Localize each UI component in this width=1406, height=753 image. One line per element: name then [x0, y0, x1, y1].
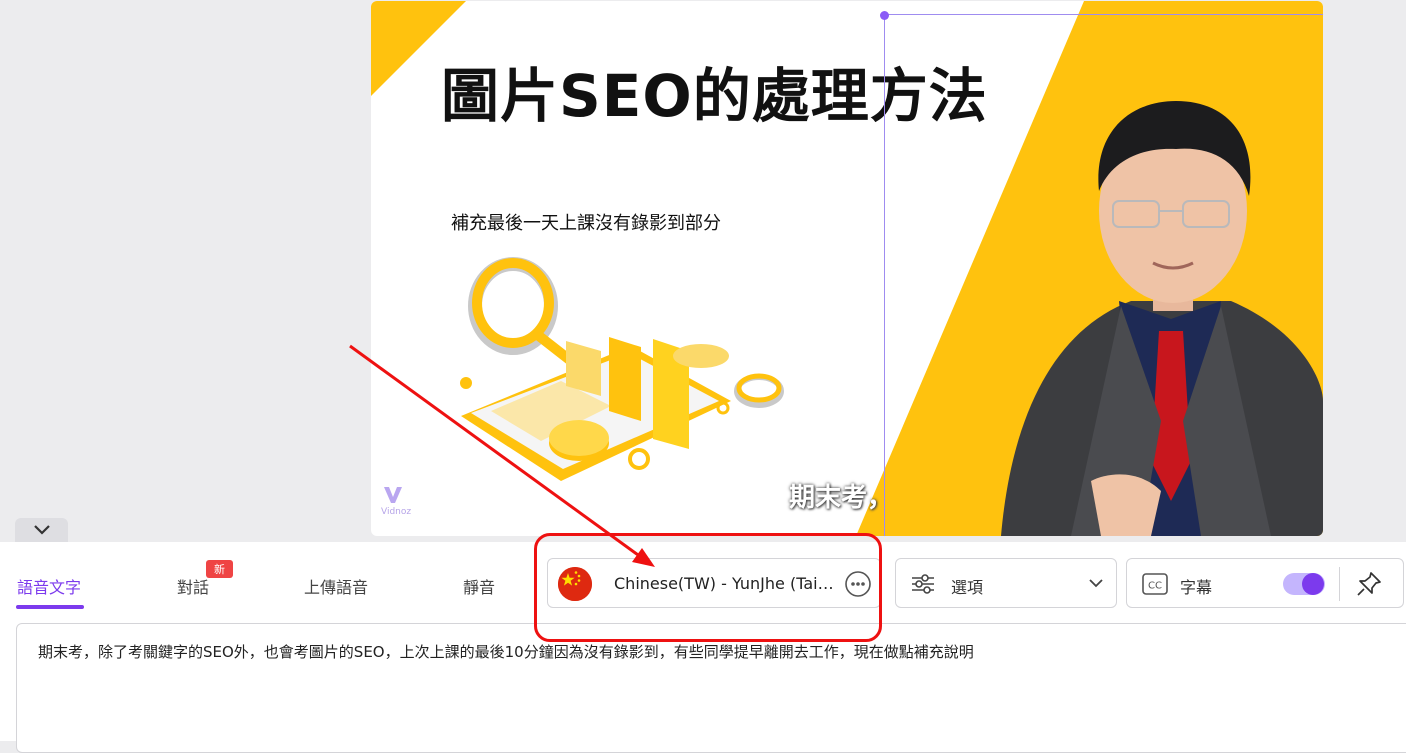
chevron-down-icon [33, 525, 50, 535]
vidnoz-logo-icon [384, 487, 402, 503]
options-dropdown[interactable]: 選項 [895, 558, 1117, 608]
svg-text:CC: CC [1148, 581, 1162, 592]
seo-illustration [460, 257, 784, 481]
slide-caption: 期末考， [789, 483, 894, 513]
tab-dialogue[interactable]: 對話 [177, 574, 209, 598]
tab-voice-text[interactable]: 語音文字 [17, 574, 81, 598]
magic-pin-icon[interactable] [1355, 570, 1383, 598]
new-badge: 新 [206, 560, 233, 578]
subtitles-label: 字幕 [1180, 578, 1213, 597]
divider [1339, 567, 1340, 601]
slide-subtitle: 補充最後一天上課沒有錄影到部分 [451, 213, 721, 234]
annotation-highlight-box [534, 533, 882, 642]
slide-preview[interactable]: 圖片SEO的處理方法 補充最後一天上課沒有錄影到部分 期末考， Vidnoz [371, 1, 1323, 536]
selection-handle[interactable] [880, 11, 889, 20]
active-tab-indicator [16, 605, 84, 609]
vidnoz-logo-text: Vidnoz [381, 507, 412, 517]
script-textarea[interactable]: 期末考，除了考關鍵字的SEO外，也會考圖片的SEO，上次上課的最後10分鐘因為沒… [16, 623, 1406, 753]
sliders-icon [912, 574, 934, 594]
toggle-knob [1302, 573, 1324, 595]
script-text: 期末考，除了考關鍵字的SEO外，也會考圖片的SEO，上次上課的最後10分鐘因為沒… [38, 643, 974, 661]
cc-icon: CC [1142, 573, 1168, 595]
subtitles-toggle[interactable] [1283, 573, 1325, 595]
chevron-down-icon [1089, 579, 1103, 588]
tab-upload-audio[interactable]: 上傳語音 [304, 574, 368, 598]
collapse-panel-button[interactable] [15, 518, 68, 542]
vidnoz-logo: Vidnoz [381, 483, 411, 517]
options-label: 選項 [951, 578, 984, 597]
subtitles-control: CC 字幕 [1126, 558, 1404, 608]
tab-mute[interactable]: 靜音 [463, 574, 495, 598]
selection-frame[interactable] [884, 14, 1323, 536]
